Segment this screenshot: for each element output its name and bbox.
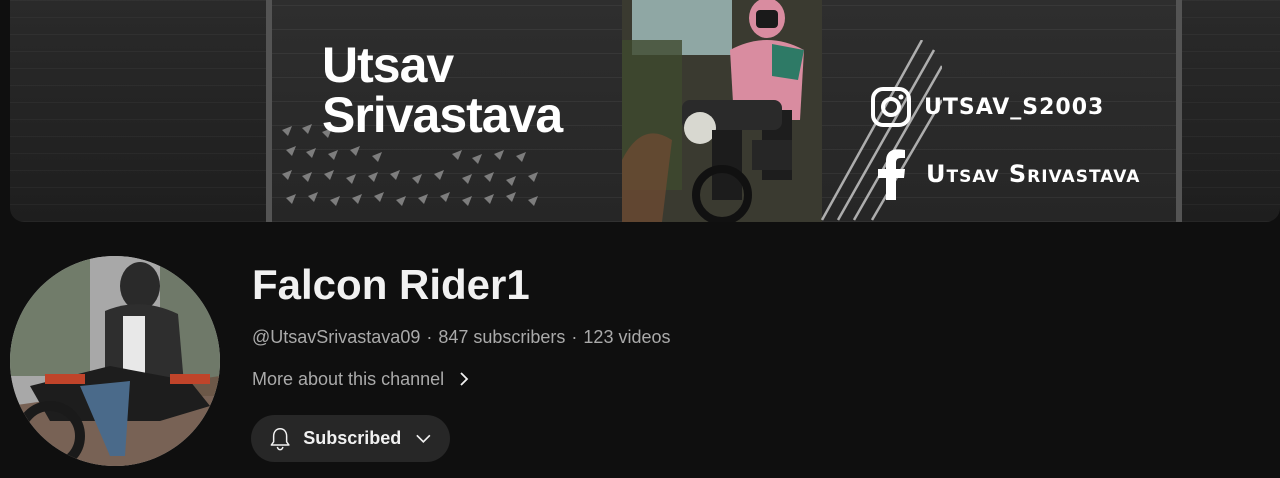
- video-count: 123 videos: [583, 327, 671, 347]
- more-about-channel-link[interactable]: More about this channel: [252, 367, 470, 391]
- channel-handle[interactable]: @UtsavSrivastava09: [252, 325, 420, 349]
- meta-separator: ·: [571, 327, 578, 347]
- banner-instagram: UTSAV_S2003: [870, 86, 1104, 128]
- avatar-image: [10, 256, 220, 466]
- channel-avatar[interactable]: [10, 256, 220, 466]
- channel-title: Falcon Rider1: [252, 261, 530, 308]
- facebook-icon: [878, 149, 905, 200]
- banner-name-text: Utsav Srivastava: [322, 37, 563, 143]
- bell-icon: [270, 427, 290, 450]
- banner-name-line2: Srivastava: [322, 87, 563, 143]
- channel-banner: Utsav Srivastava UTSAV_S2003 Utsav Sriva…: [10, 0, 1280, 222]
- chevron-down-icon: [416, 434, 431, 443]
- banner-rider-photo: [622, 0, 822, 222]
- subscriber-count: 847 subscribers: [438, 327, 566, 347]
- subscribed-label: Subscribed: [303, 428, 402, 448]
- instagram-handle: UTSAV_S2003: [924, 94, 1105, 120]
- channel-meta: @UtsavSrivastava09 · 847 subscribers · 1…: [252, 325, 671, 349]
- banner-facebook: Utsav Srivastava: [870, 148, 1140, 200]
- facebook-name: Utsav Srivastava: [926, 160, 1141, 188]
- subscribed-button[interactable]: Subscribed: [251, 415, 450, 462]
- meta-separator: ·: [426, 327, 433, 347]
- banner-name-line1: Utsav: [322, 37, 454, 93]
- instagram-icon: [871, 87, 911, 127]
- chevron-right-icon: [460, 372, 469, 386]
- banner-artwork: Utsav Srivastava UTSAV_S2003 Utsav Sriva…: [266, 0, 1182, 222]
- more-about-label: More about this channel: [252, 369, 445, 389]
